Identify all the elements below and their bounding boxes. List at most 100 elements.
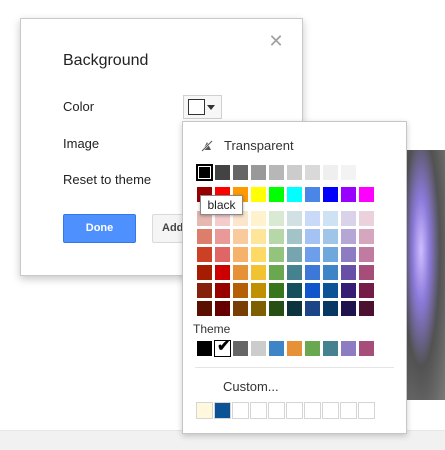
color-swatch-gray-4[interactable] xyxy=(268,164,285,181)
theme-swatch-1[interactable]: ✔ xyxy=(214,338,231,357)
color-dropdown[interactable] xyxy=(183,95,222,119)
transparent-option[interactable]: Transparent xyxy=(200,138,294,153)
color-swatch-shade-3-7[interactable] xyxy=(322,264,339,281)
custom-swatch-9[interactable] xyxy=(358,402,375,419)
color-swatch-shade-2-4[interactable] xyxy=(268,246,285,263)
color-swatch-shade-2-7[interactable] xyxy=(322,246,339,263)
color-swatch-shade-4-6[interactable] xyxy=(304,282,321,299)
color-swatch-gray-0[interactable] xyxy=(196,164,213,181)
color-swatch-shade-4-9[interactable] xyxy=(358,282,375,299)
color-swatch-shade-1-0[interactable] xyxy=(196,228,213,245)
theme-swatch-9[interactable] xyxy=(358,340,375,357)
color-swatch-shade-5-6[interactable] xyxy=(304,300,321,317)
custom-swatch-0[interactable] xyxy=(196,402,213,419)
color-swatch-gray-1[interactable] xyxy=(214,164,231,181)
color-swatch-shade-2-2[interactable] xyxy=(232,246,249,263)
color-swatch-bright-9[interactable] xyxy=(358,186,375,203)
custom-swatch-4[interactable] xyxy=(268,402,285,419)
color-swatch-shade-2-3[interactable] xyxy=(250,246,267,263)
color-swatch-shade-3-6[interactable] xyxy=(304,264,321,281)
color-swatch-shade-3-4[interactable] xyxy=(268,264,285,281)
close-icon[interactable]: ✕ xyxy=(268,32,284,50)
color-swatch-shade-2-5[interactable] xyxy=(286,246,303,263)
custom-swatch-5[interactable] xyxy=(286,402,303,419)
color-swatch-shade-0-7[interactable] xyxy=(322,210,339,227)
color-swatch-shade-0-8[interactable] xyxy=(340,210,357,227)
color-swatch-shade-2-1[interactable] xyxy=(214,246,231,263)
color-swatch-shade-1-6[interactable] xyxy=(304,228,321,245)
color-swatch-shade-5-1[interactable] xyxy=(214,300,231,317)
color-swatch-shade-4-3[interactable] xyxy=(250,282,267,299)
color-swatch-gray-8[interactable] xyxy=(340,164,357,181)
color-swatch-shade-3-8[interactable] xyxy=(340,264,357,281)
custom-swatch-6[interactable] xyxy=(304,402,321,419)
theme-swatch-6[interactable] xyxy=(304,340,321,357)
custom-color-link[interactable]: Custom... xyxy=(223,379,279,394)
color-swatch-shade-4-7[interactable] xyxy=(322,282,339,299)
theme-swatch-3[interactable] xyxy=(250,340,267,357)
reset-to-theme-link[interactable]: Reset to theme xyxy=(63,172,151,187)
color-swatch-gray-5[interactable] xyxy=(286,164,303,181)
theme-swatch-0[interactable] xyxy=(196,340,213,357)
color-swatch-shade-4-0[interactable] xyxy=(196,282,213,299)
color-swatch-shade-1-2[interactable] xyxy=(232,228,249,245)
color-swatch-shade-0-5[interactable] xyxy=(286,210,303,227)
color-swatch-shade-1-1[interactable] xyxy=(214,228,231,245)
custom-swatch-3[interactable] xyxy=(250,402,267,419)
color-swatch-shade-3-3[interactable] xyxy=(250,264,267,281)
color-swatch-gray-7[interactable] xyxy=(322,164,339,181)
color-swatch-shade-4-8[interactable] xyxy=(340,282,357,299)
color-swatch-shade-5-3[interactable] xyxy=(250,300,267,317)
color-swatch-bright-6[interactable] xyxy=(304,186,321,203)
color-swatch-shade-1-8[interactable] xyxy=(340,228,357,245)
color-swatch-shade-3-0[interactable] xyxy=(196,264,213,281)
color-swatch-shade-3-1[interactable] xyxy=(214,264,231,281)
color-swatch-shade-2-9[interactable] xyxy=(358,246,375,263)
color-swatch-shade-5-5[interactable] xyxy=(286,300,303,317)
color-swatch-gray-3[interactable] xyxy=(250,164,267,181)
custom-swatch-1[interactable] xyxy=(214,402,231,419)
color-swatch-shade-5-0[interactable] xyxy=(196,300,213,317)
color-swatch-shade-5-9[interactable] xyxy=(358,300,375,317)
color-swatch-shade-0-4[interactable] xyxy=(268,210,285,227)
color-swatch-bright-7[interactable] xyxy=(322,186,339,203)
custom-swatch-7[interactable] xyxy=(322,402,339,419)
color-swatch-shade-2-6[interactable] xyxy=(304,246,321,263)
color-swatch-shade-0-9[interactable] xyxy=(358,210,375,227)
theme-swatch-8[interactable] xyxy=(340,340,357,357)
color-swatch-shade-1-7[interactable] xyxy=(322,228,339,245)
color-swatch-bright-4[interactable] xyxy=(268,186,285,203)
color-swatch-bright-3[interactable] xyxy=(250,186,267,203)
color-swatch-shade-5-2[interactable] xyxy=(232,300,249,317)
color-swatch-gray-6[interactable] xyxy=(304,164,321,181)
color-swatch-shade-3-5[interactable] xyxy=(286,264,303,281)
color-swatch-shade-3-9[interactable] xyxy=(358,264,375,281)
color-swatch-shade-1-9[interactable] xyxy=(358,228,375,245)
color-swatch-shade-0-6[interactable] xyxy=(304,210,321,227)
color-swatch-shade-1-5[interactable] xyxy=(286,228,303,245)
custom-swatch-2[interactable] xyxy=(232,402,249,419)
theme-swatch-4[interactable] xyxy=(268,340,285,357)
color-swatch-shade-2-0[interactable] xyxy=(196,246,213,263)
color-swatch-shade-4-5[interactable] xyxy=(286,282,303,299)
color-swatch-shade-3-2[interactable] xyxy=(232,264,249,281)
done-button[interactable]: Done xyxy=(63,214,136,243)
color-swatch-shade-5-7[interactable] xyxy=(322,300,339,317)
color-swatch-shade-1-3[interactable] xyxy=(250,228,267,245)
color-swatch-gray-9[interactable] xyxy=(358,164,375,181)
custom-swatch-8[interactable] xyxy=(340,402,357,419)
color-swatch-gray-2[interactable] xyxy=(232,164,249,181)
color-swatch-shade-1-4[interactable] xyxy=(268,228,285,245)
color-swatch-shade-0-3[interactable] xyxy=(250,210,267,227)
theme-swatch-5[interactable] xyxy=(286,340,303,357)
color-swatch-shade-5-8[interactable] xyxy=(340,300,357,317)
color-swatch-shade-2-8[interactable] xyxy=(340,246,357,263)
theme-swatch-7[interactable] xyxy=(322,340,339,357)
theme-swatch-2[interactable] xyxy=(232,340,249,357)
color-swatch-bright-8[interactable] xyxy=(340,186,357,203)
color-swatch-bright-5[interactable] xyxy=(286,186,303,203)
color-swatch-shade-4-4[interactable] xyxy=(268,282,285,299)
color-swatch-shade-5-4[interactable] xyxy=(268,300,285,317)
color-swatch-shade-4-2[interactable] xyxy=(232,282,249,299)
color-swatch-shade-4-1[interactable] xyxy=(214,282,231,299)
